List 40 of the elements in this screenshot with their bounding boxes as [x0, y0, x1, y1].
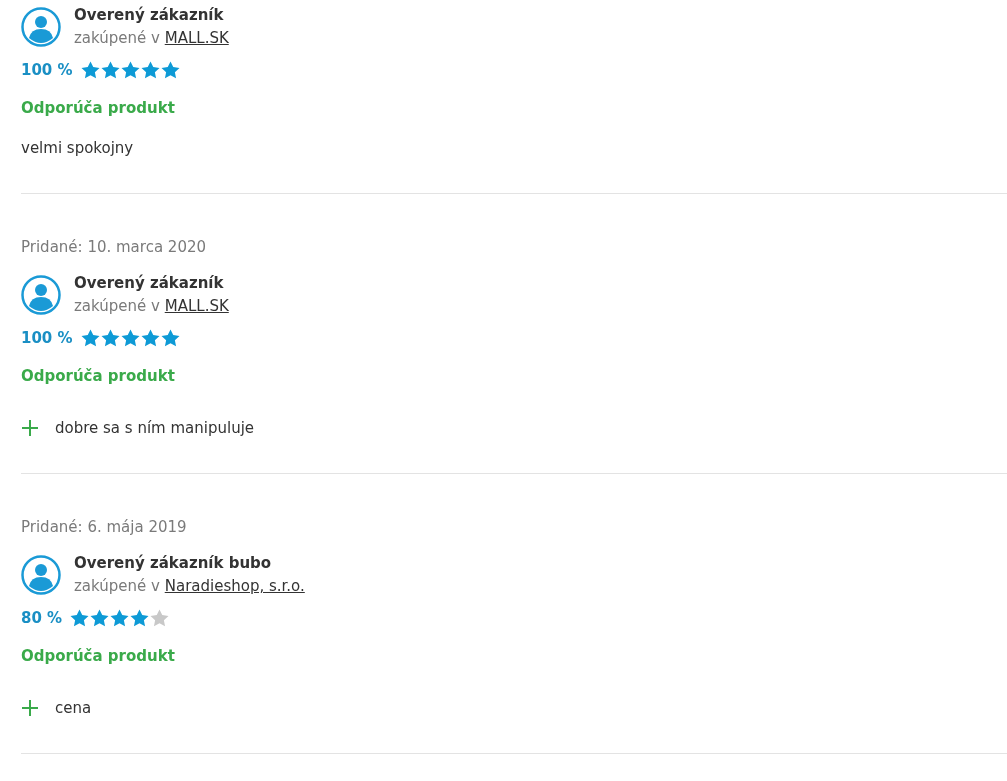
recommendation: Odporúča produkt [21, 647, 176, 665]
store-link[interactable]: MALL.SK [164, 297, 229, 315]
star-icon [130, 609, 150, 627]
reviewer-name: Overený zákazník bubo [74, 554, 273, 572]
star-icon [70, 609, 90, 627]
review-date: Pridané: 6. mája 2019 [21, 518, 188, 536]
star-icon [150, 609, 170, 627]
star-icon [140, 61, 160, 79]
reviewer-name: Overený zákazník [74, 274, 225, 292]
purchase-source: zakúpené v MALL.SK [74, 29, 229, 47]
plus-icon [21, 419, 39, 437]
pro-text: dobre sa s ním manipuluje [55, 419, 255, 437]
user-avatar-icon [21, 554, 61, 595]
star-icon [160, 329, 180, 347]
rating-percent: 80 % [21, 609, 63, 627]
store-link[interactable]: MALL.SK [164, 29, 229, 47]
purchase-source: zakúpené v Naradieshop, s.r.o. [74, 577, 305, 595]
pro-text: cena [55, 699, 92, 717]
star-icon [100, 329, 120, 347]
purchase-source: zakúpené v MALL.SK [74, 297, 229, 315]
star-icon [120, 329, 140, 347]
star-icon [110, 609, 130, 627]
reviewer-name: Overený zákazník [74, 6, 225, 24]
review-comment: velmi spokojny [21, 139, 135, 157]
star-icon [90, 609, 110, 627]
rating-percent: 100 % [21, 329, 73, 347]
store-link[interactable]: Naradieshop, s.r.o. [164, 577, 305, 595]
star-icon [120, 61, 140, 79]
user-avatar-icon [21, 6, 61, 47]
plus-icon [21, 699, 39, 717]
star-icon [160, 61, 180, 79]
review-date: Pridané: 10. marca 2020 [21, 238, 208, 256]
star-icon [80, 329, 100, 347]
user-avatar-icon [21, 274, 61, 315]
recommendation: Odporúča produkt [21, 367, 176, 385]
star-icon [100, 61, 120, 79]
star-icon [140, 329, 160, 347]
rating-percent: 100 % [21, 61, 73, 79]
recommendation: Odporúča produkt [21, 99, 176, 117]
star-icon [80, 61, 100, 79]
